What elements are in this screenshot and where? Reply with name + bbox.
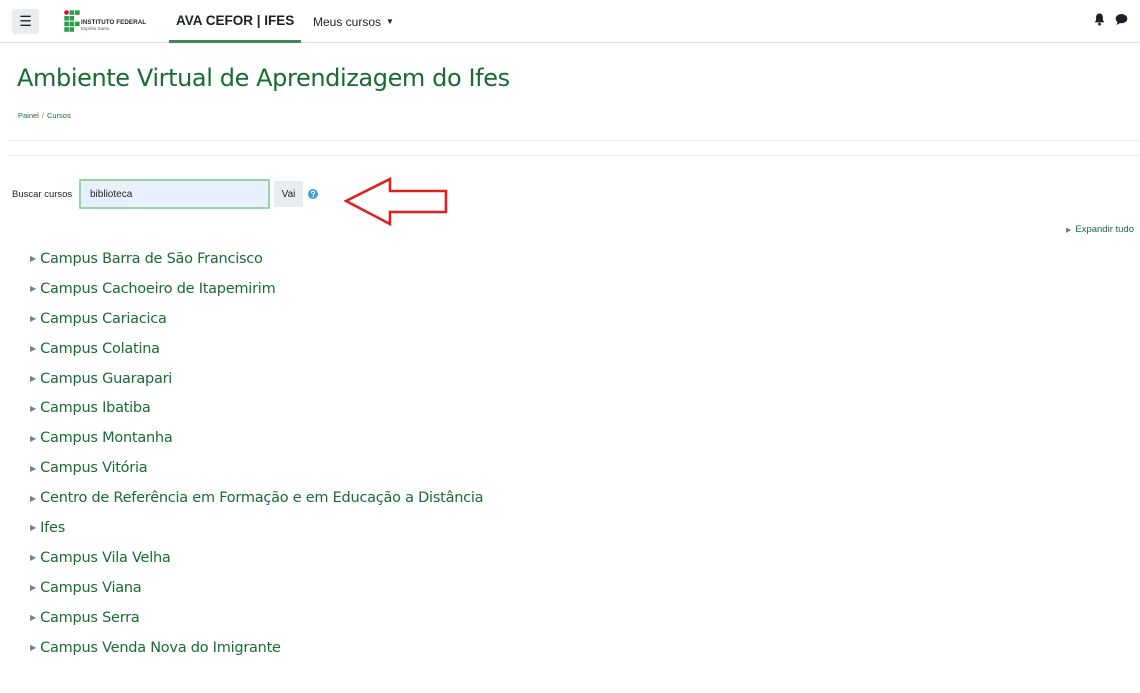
category-item[interactable]: ▶ Campus Venda Nova do Imigrante	[30, 633, 483, 663]
caret-right-icon[interactable]: ▶	[30, 374, 36, 383]
category-link[interactable]: Campus Cachoeiro de Itapemirim	[40, 281, 276, 297]
question-circle-icon[interactable]	[308, 189, 318, 199]
course-category-list: ▶ Campus Barra de São Francisco ▶ Campus C…	[30, 244, 484, 663]
top-navbar: ☰ INSTITUTO FEDERAL Espírito Santo AVA C…	[0, 0, 1140, 43]
caret-right-icon[interactable]: ▶	[30, 643, 36, 652]
page-title: Ambiente Virtual de Aprendizagem do Ifes	[17, 64, 510, 92]
category-item[interactable]: ▶ Campus Serra	[30, 603, 483, 633]
hamburger-icon: ☰	[19, 13, 32, 29]
expand-all-link[interactable]: ▶ Expandir tudo	[1066, 224, 1134, 235]
logo-mark-icon	[64, 10, 80, 32]
search-go-button[interactable]: Vai	[274, 181, 303, 207]
category-item[interactable]: ▶ Campus Ibatiba	[30, 393, 483, 423]
caret-right-icon[interactable]: ▶	[30, 583, 36, 592]
caret-right-icon[interactable]: ▶	[30, 523, 36, 532]
caret-right-icon[interactable]: ▶	[30, 404, 36, 413]
category-item[interactable]: ▶ Campus Guarapari	[30, 364, 483, 394]
my-courses-menu[interactable]: Meus cursos ▼	[313, 0, 394, 43]
search-label: Buscar cursos	[12, 189, 73, 200]
breadcrumb-item-painel[interactable]: Painel	[18, 111, 39, 120]
category-item[interactable]: ▶ Campus Viana	[30, 573, 483, 603]
category-link[interactable]: Campus Ibatiba	[40, 400, 151, 416]
category-link[interactable]: Campus Viana	[40, 580, 142, 596]
category-link[interactable]: Campus Montanha	[40, 430, 173, 446]
breadcrumb-item-cursos[interactable]: Cursos	[47, 111, 71, 120]
breadcrumb-separator: /	[41, 111, 44, 120]
ifes-logo[interactable]: INSTITUTO FEDERAL Espírito Santo	[64, 10, 154, 34]
my-courses-label: Meus cursos	[313, 14, 382, 29]
caret-right-icon[interactable]: ▶	[30, 314, 36, 323]
category-link[interactable]: Campus Vitória	[40, 460, 148, 476]
category-link[interactable]: Centro de Referência em Formação e em Ed…	[40, 490, 483, 506]
navbar-icons	[1094, 13, 1128, 26]
caret-right-icon[interactable]: ▶	[30, 254, 36, 263]
caret-right-icon[interactable]: ▶	[30, 434, 36, 443]
content-divider	[8, 155, 1140, 156]
category-link[interactable]: Campus Cariacica	[40, 311, 167, 327]
chat-icon[interactable]	[1115, 13, 1128, 26]
category-item[interactable]: ▶ Campus Montanha	[30, 423, 483, 453]
bell-icon[interactable]	[1094, 13, 1105, 26]
expand-all-label: Expandir tudo	[1075, 224, 1134, 235]
caret-right-icon[interactable]: ▶	[30, 494, 36, 503]
category-link[interactable]: Campus Guarapari	[40, 371, 172, 387]
caret-right-icon[interactable]: ▶	[30, 464, 36, 473]
category-item[interactable]: ▶ Campus Vitória	[30, 453, 483, 483]
category-link[interactable]: Campus Serra	[40, 610, 140, 626]
chevron-down-icon: ▼	[386, 17, 394, 26]
breadcrumb: Painel / Cursos	[18, 111, 71, 120]
category-item[interactable]: ▶ Campus Colatina	[30, 334, 483, 364]
caret-right-icon[interactable]: ▶	[30, 553, 36, 562]
red-arrow-left-icon	[344, 176, 448, 226]
caret-right-icon[interactable]: ▶	[30, 613, 36, 622]
search-courses-input[interactable]	[79, 179, 270, 209]
category-item[interactable]: ▶ Campus Vila Velha	[30, 543, 483, 573]
category-item[interactable]: ▶ Campus Cachoeiro de Itapemirim	[30, 274, 483, 304]
site-name-link[interactable]: AVA CEFOR | IFES	[169, 0, 302, 43]
caret-right-icon: ▶	[1065, 226, 1072, 234]
category-item[interactable]: ▶ Campus Barra de São Francisco	[30, 244, 483, 274]
category-item[interactable]: ▶ Ifes	[30, 513, 483, 543]
logo-text: INSTITUTO FEDERAL	[81, 19, 147, 26]
caret-right-icon[interactable]: ▶	[30, 284, 36, 293]
category-link[interactable]: Campus Colatina	[40, 341, 160, 357]
category-link[interactable]: Campus Barra de São Francisco	[40, 251, 263, 267]
header-divider	[8, 140, 1140, 141]
menu-toggle-button[interactable]: ☰	[12, 9, 39, 34]
category-link[interactable]: Campus Venda Nova do Imigrante	[40, 640, 281, 656]
caret-right-icon[interactable]: ▶	[30, 344, 36, 353]
category-link[interactable]: Campus Vila Velha	[40, 550, 171, 566]
category-link[interactable]: Ifes	[40, 520, 65, 536]
logo-subtext: Espírito Santo	[81, 26, 110, 31]
category-item[interactable]: ▶ Campus Cariacica	[30, 304, 483, 334]
category-item[interactable]: ▶ Centro de Referência em Formação e em E…	[30, 483, 484, 513]
